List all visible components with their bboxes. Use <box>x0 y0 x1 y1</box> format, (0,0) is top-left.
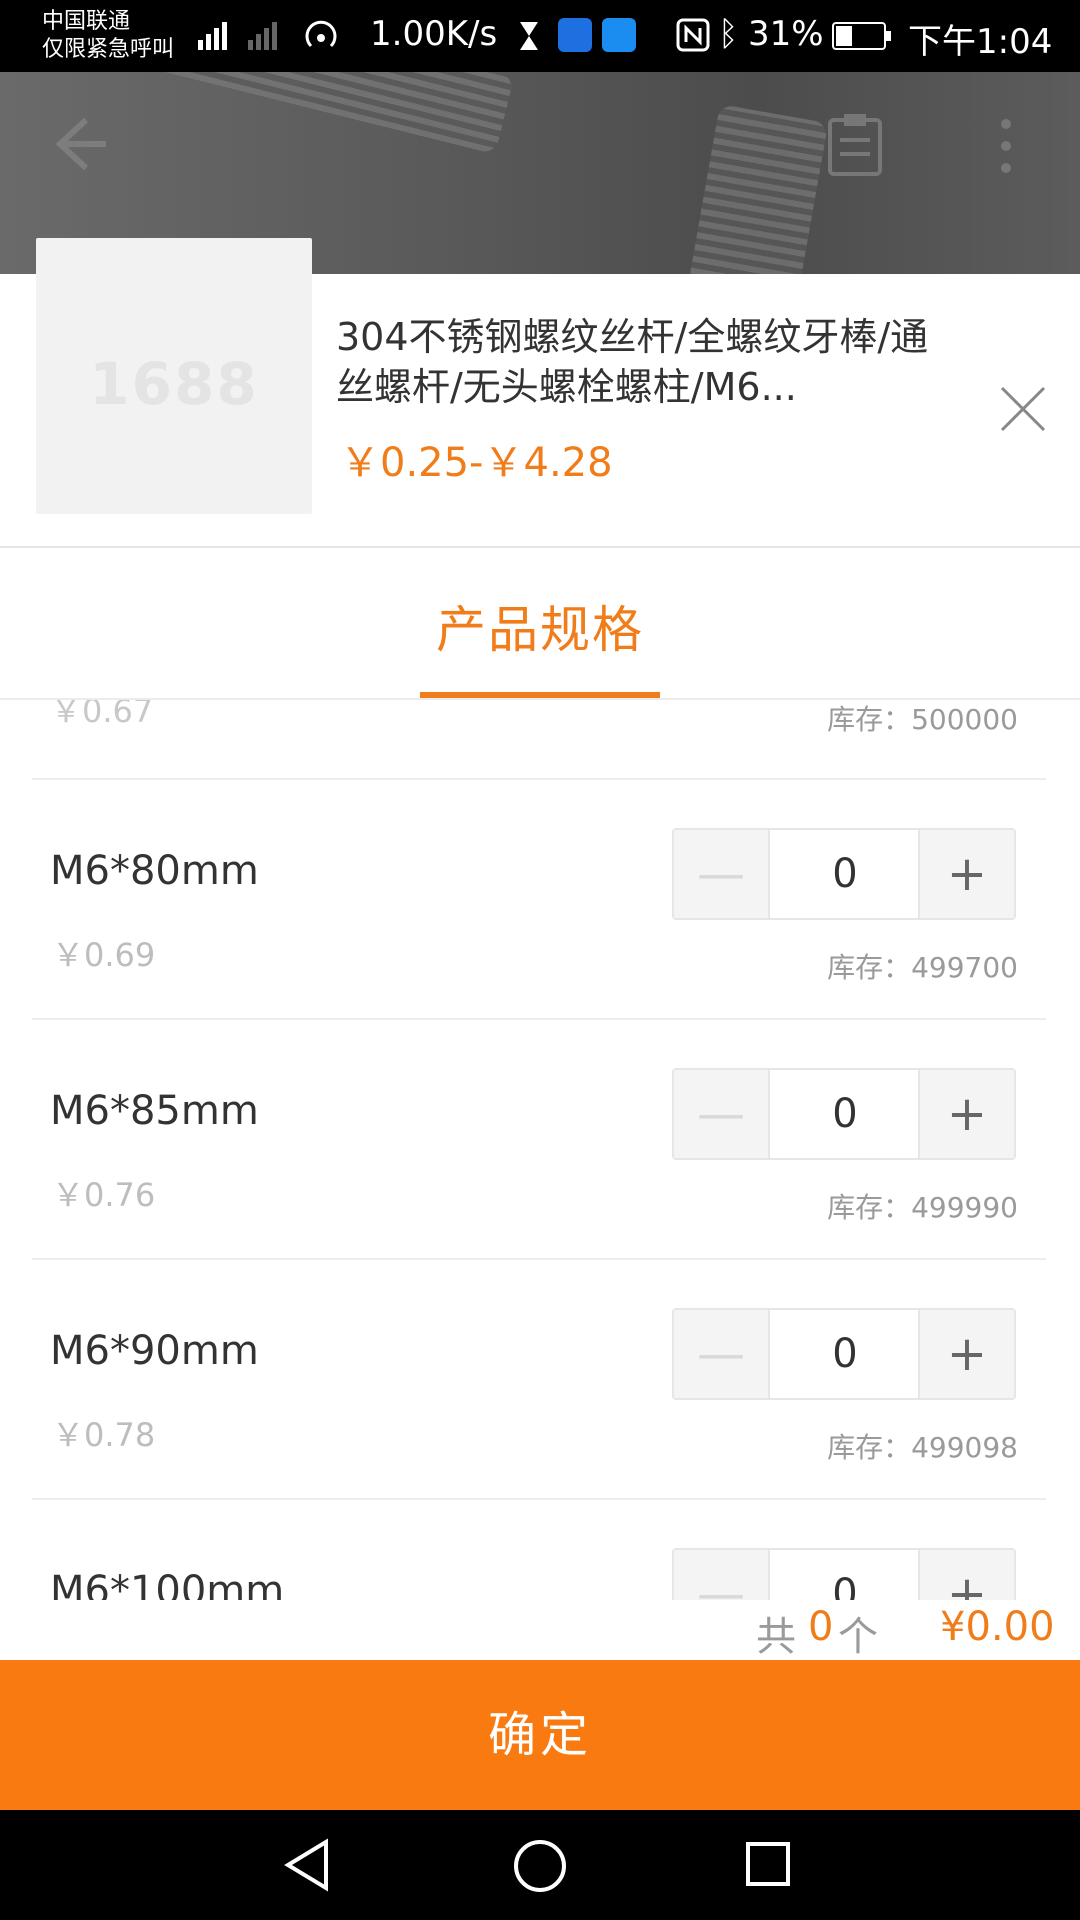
battery-percent: 31% <box>748 14 824 54</box>
quantity-input[interactable]: 0 <box>770 1550 920 1600</box>
close-icon[interactable] <box>998 384 1048 434</box>
signal-icon <box>198 22 277 50</box>
decrement-button[interactable]: — <box>674 830 770 918</box>
spec-stock: 库存：499990 <box>827 1191 1018 1224</box>
decrement-button[interactable]: — <box>674 1310 770 1398</box>
clock: 下午1:04 <box>908 22 1053 62</box>
battery-icon <box>832 22 891 50</box>
nfc-icon <box>676 18 710 52</box>
more-icon[interactable] <box>996 116 1016 176</box>
carrier-info: 中国联通 仅限紧急呼叫 <box>42 8 174 64</box>
decrement-button[interactable]: — <box>674 1070 770 1158</box>
increment-button[interactable]: + <box>918 1310 1014 1398</box>
product-thumbnail: 1688 <box>36 238 312 514</box>
minus-icon: — <box>697 1086 745 1142</box>
quantity-input[interactable]: 0 <box>770 1310 920 1398</box>
spec-price: ￥0.76 <box>52 1176 156 1214</box>
summary-label: 共 <box>756 1614 796 1660</box>
hourglass-icon <box>520 22 538 50</box>
list-item: M6*85mm ￥0.76 — 0 + 库存：499990 <box>0 1020 1080 1260</box>
nav-recent-apps-icon[interactable] <box>744 1840 792 1888</box>
summary-count: 0 <box>808 1604 834 1650</box>
quantity-stepper: — 0 + <box>672 1548 1016 1600</box>
spec-price: ￥0.69 <box>52 936 156 974</box>
plus-icon: + <box>946 1086 988 1142</box>
status-bar: 中国联通 仅限紧急呼叫 1.00K/s ᛒ 31% 下午1:04 <box>0 0 1080 72</box>
plus-icon: + <box>946 1326 988 1382</box>
list-item: ￥0.67 库存：500000 <box>0 700 1080 772</box>
list-item: M6*90mm ￥0.78 — 0 + 库存：499098 <box>0 1260 1080 1500</box>
spec-selector-sheet: 1688 304不锈钢螺纹丝杆/全螺纹牙棒/通丝螺杆/无头螺栓螺柱/M6... … <box>0 238 1080 1660</box>
list-item: M6*100mm — 0 + <box>0 1500 1080 1600</box>
quantity-input[interactable]: 0 <box>770 830 920 918</box>
app-notification-icon <box>602 18 636 52</box>
quantity-stepper: — 0 + <box>672 1068 1016 1160</box>
clipboard-icon[interactable] <box>826 112 884 176</box>
order-summary: 共 0 个 ¥0.00 <box>0 1604 1080 1660</box>
price-range: ￥0.25-￥4.28 <box>340 440 613 486</box>
spec-stock: 库存：499098 <box>827 1431 1018 1464</box>
system-nav-bar <box>0 1810 1080 1920</box>
confirm-button[interactable]: 确定 <box>0 1660 1080 1810</box>
minus-icon: — <box>697 1326 745 1382</box>
nav-back-icon[interactable] <box>282 1838 332 1892</box>
hotspot-icon <box>305 20 337 48</box>
list-item: M6*80mm ￥0.69 — 0 + 库存：499700 <box>0 780 1080 1020</box>
spec-name: M6*80mm <box>50 848 259 894</box>
carrier-status: 仅限紧急呼叫 <box>42 37 175 62</box>
carrier-name: 中国联通 <box>42 9 131 34</box>
minus-icon: — <box>697 1566 745 1600</box>
tab-product-spec[interactable]: 产品规格 <box>420 590 660 662</box>
spec-price: ￥0.78 <box>52 1416 156 1454</box>
bluetooth-icon: ᛒ <box>718 14 739 54</box>
minus-icon: — <box>697 846 745 902</box>
app-notification-icon <box>558 18 592 52</box>
product-title: 304不锈钢螺纹丝杆/全螺纹牙棒/通丝螺杆/无头螺栓螺柱/M6... <box>336 315 929 409</box>
spec-stock: 库存：500000 <box>827 703 1018 736</box>
spec-name: M6*90mm <box>50 1328 259 1374</box>
nav-home-icon[interactable] <box>512 1838 568 1894</box>
decrement-button[interactable]: — <box>674 1550 770 1600</box>
plus-icon: + <box>946 846 988 902</box>
spec-name: M6*100mm <box>50 1568 285 1600</box>
spec-list[interactable]: ￥0.67 库存：500000 M6*80mm ￥0.69 — 0 + 库存：4… <box>0 700 1080 1600</box>
increment-button[interactable]: + <box>918 1550 1014 1600</box>
net-speed: 1.00K/s <box>370 14 498 54</box>
summary-unit: 个 <box>838 1614 878 1660</box>
quantity-stepper: — 0 + <box>672 1308 1016 1400</box>
spec-stock: 库存：499700 <box>827 951 1018 984</box>
plus-icon: + <box>946 1566 988 1600</box>
divider <box>0 546 1080 548</box>
thumbnail-placeholder-text: 1688 <box>89 350 259 418</box>
quantity-input[interactable]: 0 <box>770 1070 920 1158</box>
summary-amount: ¥0.00 <box>940 1604 1055 1650</box>
increment-button[interactable]: + <box>918 830 1014 918</box>
spec-name: M6*85mm <box>50 1088 259 1134</box>
increment-button[interactable]: + <box>918 1070 1014 1158</box>
quantity-stepper: — 0 + <box>672 828 1016 920</box>
back-arrow-icon[interactable] <box>42 110 110 178</box>
spec-price: ￥0.67 <box>50 700 154 730</box>
